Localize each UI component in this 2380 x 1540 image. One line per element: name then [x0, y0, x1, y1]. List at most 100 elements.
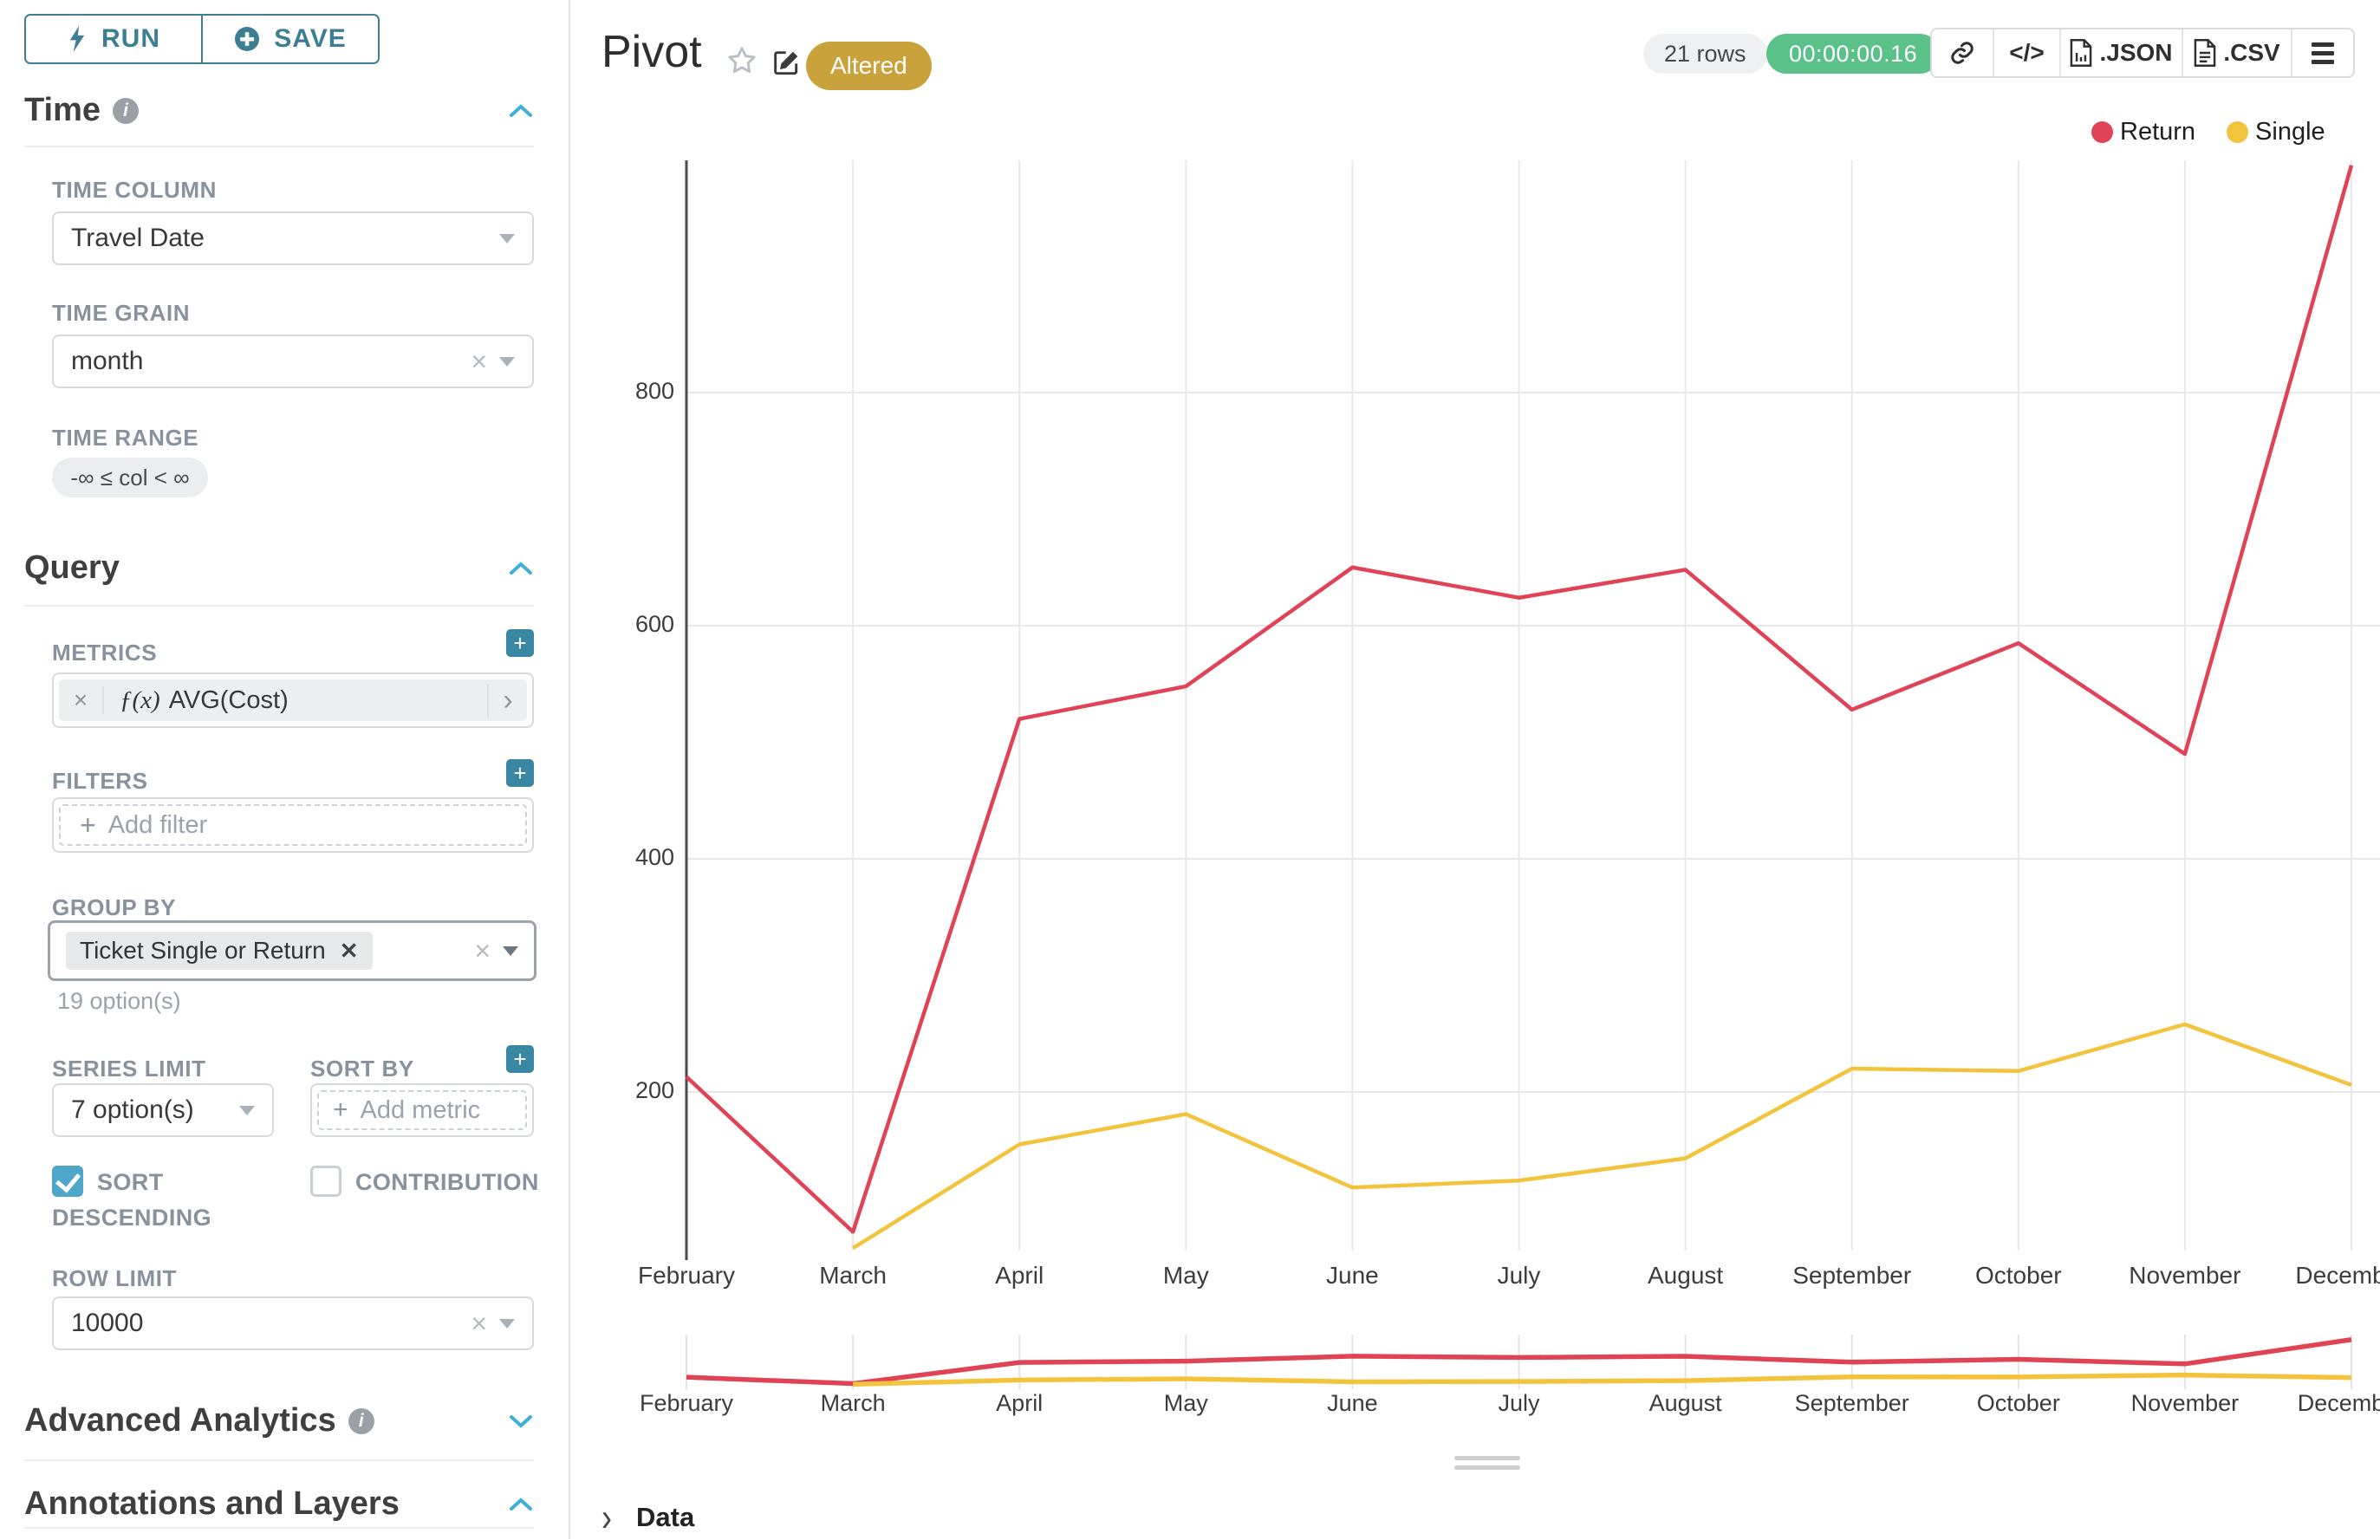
brush-x-tick-label: April [924, 1390, 1115, 1417]
brush-x-tick-label: February [591, 1390, 782, 1417]
section-divider [24, 146, 534, 147]
chevron-right-icon[interactable]: › [487, 684, 527, 718]
x-axis-tick-label: September [1757, 1262, 1948, 1290]
time-grain-value: month [71, 347, 143, 376]
add-metric-label: Add metric [361, 1096, 481, 1125]
contribution-checkbox[interactable] [310, 1166, 341, 1197]
brush-x-tick-label: September [1757, 1390, 1948, 1417]
y-axis-tick-label: 200 [570, 1077, 674, 1104]
contribution-option[interactable]: CONTRIBUTION [310, 1165, 570, 1200]
annotations-title: Annotations and Layers [24, 1485, 400, 1523]
time-section-header[interactable]: Time i [24, 92, 534, 129]
add-filter-button[interactable]: + Add filter [59, 804, 527, 846]
time-range-pill[interactable]: -∞ ≤ col < ∞ [52, 458, 208, 497]
metric-pill[interactable]: × ƒ(x) AVG(Cost) › [59, 679, 527, 721]
data-panel-title: Data [636, 1502, 694, 1533]
time-range-value: -∞ ≤ col < ∞ [70, 465, 189, 491]
clear-icon[interactable]: × [474, 937, 491, 965]
legend-label: Return [2120, 118, 2195, 146]
advanced-analytics-title: Advanced Analytics [24, 1402, 336, 1439]
section-divider [24, 1459, 534, 1461]
x-axis-tick-label: December [2256, 1262, 2380, 1290]
brush-resize-handle[interactable] [1454, 1456, 1520, 1475]
x-axis-tick-label: October [1923, 1262, 2114, 1290]
section-divider [24, 1527, 534, 1529]
row-limit-select[interactable]: 10000 × [52, 1296, 534, 1350]
run-save-button-group: RUN SAVE [24, 14, 380, 64]
brush-x-tick-label: June [1257, 1390, 1447, 1417]
caret-down-icon [499, 357, 515, 367]
clear-icon[interactable]: × [471, 1309, 487, 1337]
chevron-up-icon[interactable] [508, 560, 534, 577]
group-by-tag[interactable]: Ticket Single or Return ✕ [66, 932, 373, 970]
legend-dot-icon [2227, 121, 2248, 143]
chevron-up-icon[interactable] [508, 102, 534, 120]
brush-x-tick-label: November [2090, 1390, 2280, 1417]
control-panel-sidebar: RUN SAVE Time i TIME COLUMN Travel Date … [0, 0, 570, 1539]
series-limit-label: SERIES LIMIT [52, 1056, 206, 1082]
series-line-single [853, 1024, 2351, 1248]
add-filter-plus-button[interactable]: + [506, 759, 534, 787]
series-limit-select[interactable]: 7 option(s) [52, 1083, 274, 1137]
x-axis-tick-label: April [924, 1262, 1115, 1290]
metric-value: AVG(Cost) [169, 686, 289, 715]
info-icon[interactable]: i [348, 1408, 374, 1434]
run-button[interactable]: RUN [26, 16, 201, 62]
filters-label: FILTERS [52, 768, 148, 795]
x-axis-tick-label: May [1090, 1262, 1281, 1290]
sort-descending-checkbox[interactable] [52, 1166, 83, 1197]
sort-descending-option[interactable]: SORT DESCENDING [52, 1165, 243, 1235]
legend-item-single[interactable]: Single [2227, 118, 2325, 146]
time-grain-select[interactable]: month × [52, 335, 534, 388]
x-axis-tick-label: March [758, 1262, 948, 1290]
function-icon: ƒ(x) [120, 686, 160, 715]
series-limit-value: 7 option(s) [71, 1095, 194, 1125]
remove-metric-icon[interactable]: × [59, 686, 104, 714]
save-button-label: SAVE [274, 24, 346, 54]
group-by-label: GROUP BY [52, 894, 176, 921]
group-by-select[interactable]: Ticket Single or Return ✕ × [48, 920, 536, 981]
metrics-label: METRICS [52, 640, 157, 666]
edit-title-icon[interactable] [773, 49, 801, 76]
time-grain-label: TIME GRAIN [52, 300, 190, 327]
clear-icon[interactable]: × [471, 348, 487, 375]
add-metric-plus-button[interactable]: + [506, 629, 534, 657]
contribution-label: CONTRIBUTION [355, 1169, 539, 1195]
chevron-down-icon[interactable] [508, 1413, 534, 1430]
plus-icon: + [80, 809, 96, 841]
chevron-up-icon[interactable] [508, 1496, 534, 1513]
annotations-header[interactable]: Annotations and Layers [24, 1485, 534, 1523]
y-axis-tick-label: 400 [570, 844, 674, 871]
brush-x-tick-label: December [2256, 1390, 2380, 1417]
remove-tag-icon[interactable]: ✕ [340, 938, 359, 965]
legend-item-return[interactable]: Return [2091, 118, 2195, 146]
data-panel-toggle[interactable]: › Data [602, 1499, 694, 1536]
lightning-bolt-icon [67, 26, 88, 52]
x-axis-tick-label: August [1590, 1262, 1781, 1290]
filters-control: + Add filter [52, 797, 534, 853]
group-by-options-hint: 19 option(s) [57, 988, 181, 1015]
info-icon[interactable]: i [113, 98, 139, 124]
brush-x-tick-label: March [758, 1390, 948, 1417]
time-column-select[interactable]: Travel Date [52, 211, 534, 265]
brush-series-line-single [853, 1375, 2351, 1385]
time-column-label: TIME COLUMN [52, 177, 217, 204]
favorite-star-icon[interactable] [726, 45, 758, 76]
metrics-control: × ƒ(x) AVG(Cost) › [52, 673, 534, 728]
chevron-right-icon: › [602, 1495, 612, 1540]
plus-icon: + [333, 1095, 348, 1125]
caret-down-icon [499, 234, 515, 244]
save-button[interactable]: SAVE [201, 16, 378, 62]
x-axis-tick-label: June [1257, 1262, 1447, 1290]
query-section-header[interactable]: Query [24, 549, 534, 587]
group-by-tag-label: Ticket Single or Return [80, 937, 326, 965]
brush-x-tick-label: August [1590, 1390, 1781, 1417]
add-sort-metric-plus-button[interactable]: + [506, 1045, 534, 1073]
brush-x-tick-label: May [1090, 1390, 1281, 1417]
time-range-label: TIME RANGE [52, 425, 198, 452]
advanced-analytics-header[interactable]: Advanced Analytics i [24, 1402, 534, 1439]
row-limit-value: 10000 [71, 1309, 143, 1338]
time-column-value: Travel Date [71, 224, 205, 253]
add-sort-metric-button[interactable]: + Add metric [317, 1090, 527, 1130]
row-limit-label: ROW LIMIT [52, 1265, 177, 1292]
